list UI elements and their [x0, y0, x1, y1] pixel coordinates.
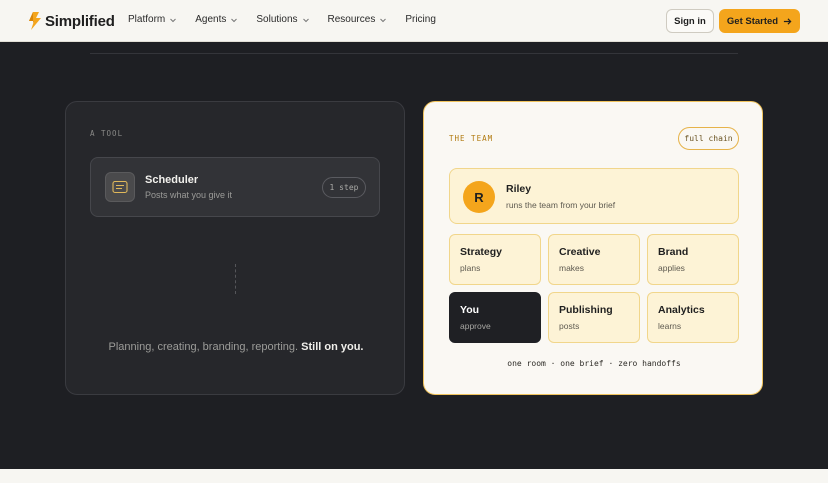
- team-lead-subtitle: runs the team from your brief: [506, 200, 616, 210]
- role-card-brand: Brand applies: [647, 234, 739, 285]
- bolt-logo-icon: [29, 12, 41, 30]
- chevron-down-icon: [170, 18, 177, 22]
- scheduler-title: Scheduler: [145, 174, 199, 186]
- team-caption: one room · one brief · zero handoffs: [507, 359, 681, 368]
- team-eyebrow: THE TEAM: [449, 134, 494, 143]
- divider: [90, 53, 738, 54]
- tool-caption-text: Planning, creating, branding, reporting.: [108, 341, 302, 353]
- scheduler-item: Scheduler Posts what you give it 1 step: [90, 157, 380, 217]
- role-title: Strategy: [460, 246, 503, 258]
- role-card-analytics: Analytics learns: [647, 292, 739, 343]
- tool-eyebrow: A TOOL: [90, 129, 124, 138]
- main-menu: Platform Agents Solutions Resources Pric…: [128, 14, 454, 25]
- get-started-label: Get Started: [726, 15, 779, 27]
- calendar-icon: [105, 172, 135, 202]
- menu-item-agents[interactable]: Agents: [195, 14, 238, 25]
- chevron-down-icon: [302, 18, 309, 22]
- menu-item-label: Solutions: [256, 14, 298, 25]
- tool-caption-emphasis: Still on you.: [301, 341, 364, 353]
- team-lead-card: R Riley runs the team from your brief: [449, 168, 739, 224]
- next-section: [0, 469, 828, 483]
- role-subtitle: learns: [658, 321, 682, 331]
- role-card-creative: Creative makes: [548, 234, 640, 285]
- menu-item-label: Resources: [327, 14, 376, 25]
- chevron-down-icon: [231, 18, 238, 22]
- tool-card: A TOOL Scheduler Posts what you give it …: [65, 101, 405, 395]
- role-card-you: You approve: [449, 292, 541, 343]
- full-chain-badge: full chain: [678, 127, 739, 150]
- team-lead-name: Riley: [506, 183, 532, 195]
- dashed-connector: [235, 264, 236, 294]
- chevron-down-icon: [380, 18, 387, 22]
- brand-name: Simplified: [45, 12, 115, 30]
- menu-item-label: Platform: [128, 14, 166, 25]
- menu-item-resources[interactable]: Resources: [328, 14, 388, 25]
- role-title: Brand: [658, 246, 689, 258]
- role-subtitle: posts: [559, 321, 580, 331]
- sign-in-button[interactable]: Sign in: [666, 9, 714, 33]
- menu-item-solutions[interactable]: Solutions: [256, 14, 309, 25]
- arrow-right-icon: [784, 17, 792, 25]
- role-card-strategy: Strategy plans: [449, 234, 541, 285]
- menu-item-label: Agents: [195, 14, 227, 25]
- scheduler-subtitle: Posts what you give it: [145, 190, 233, 200]
- role-title: Publishing: [559, 304, 613, 316]
- tool-caption: Planning, creating, branding, reporting.…: [106, 340, 366, 355]
- avatar: R: [463, 181, 495, 213]
- role-card-publishing: Publishing posts: [548, 292, 640, 343]
- role-title: Creative: [559, 246, 601, 258]
- role-subtitle: makes: [559, 263, 585, 273]
- menu-item-pricing[interactable]: Pricing: [405, 14, 436, 25]
- role-subtitle: approve: [460, 321, 491, 331]
- role-grid: Strategy plans Creative makes Brand appl…: [449, 234, 739, 343]
- brand-logo[interactable]: Simplified: [28, 12, 115, 30]
- role-subtitle: plans: [460, 263, 481, 273]
- top-nav: Simplified Platform Agents Solutions Res…: [0, 0, 828, 42]
- menu-item-label: Pricing: [405, 14, 436, 25]
- role-title: Analytics: [658, 304, 705, 316]
- step-badge: 1 step: [322, 177, 366, 198]
- role-title: You: [460, 304, 480, 316]
- get-started-button[interactable]: Get Started: [719, 9, 800, 33]
- team-card: THE TEAM full chain R Riley runs the tea…: [423, 101, 763, 395]
- menu-item-platform[interactable]: Platform: [128, 14, 177, 25]
- role-subtitle: applies: [658, 263, 685, 273]
